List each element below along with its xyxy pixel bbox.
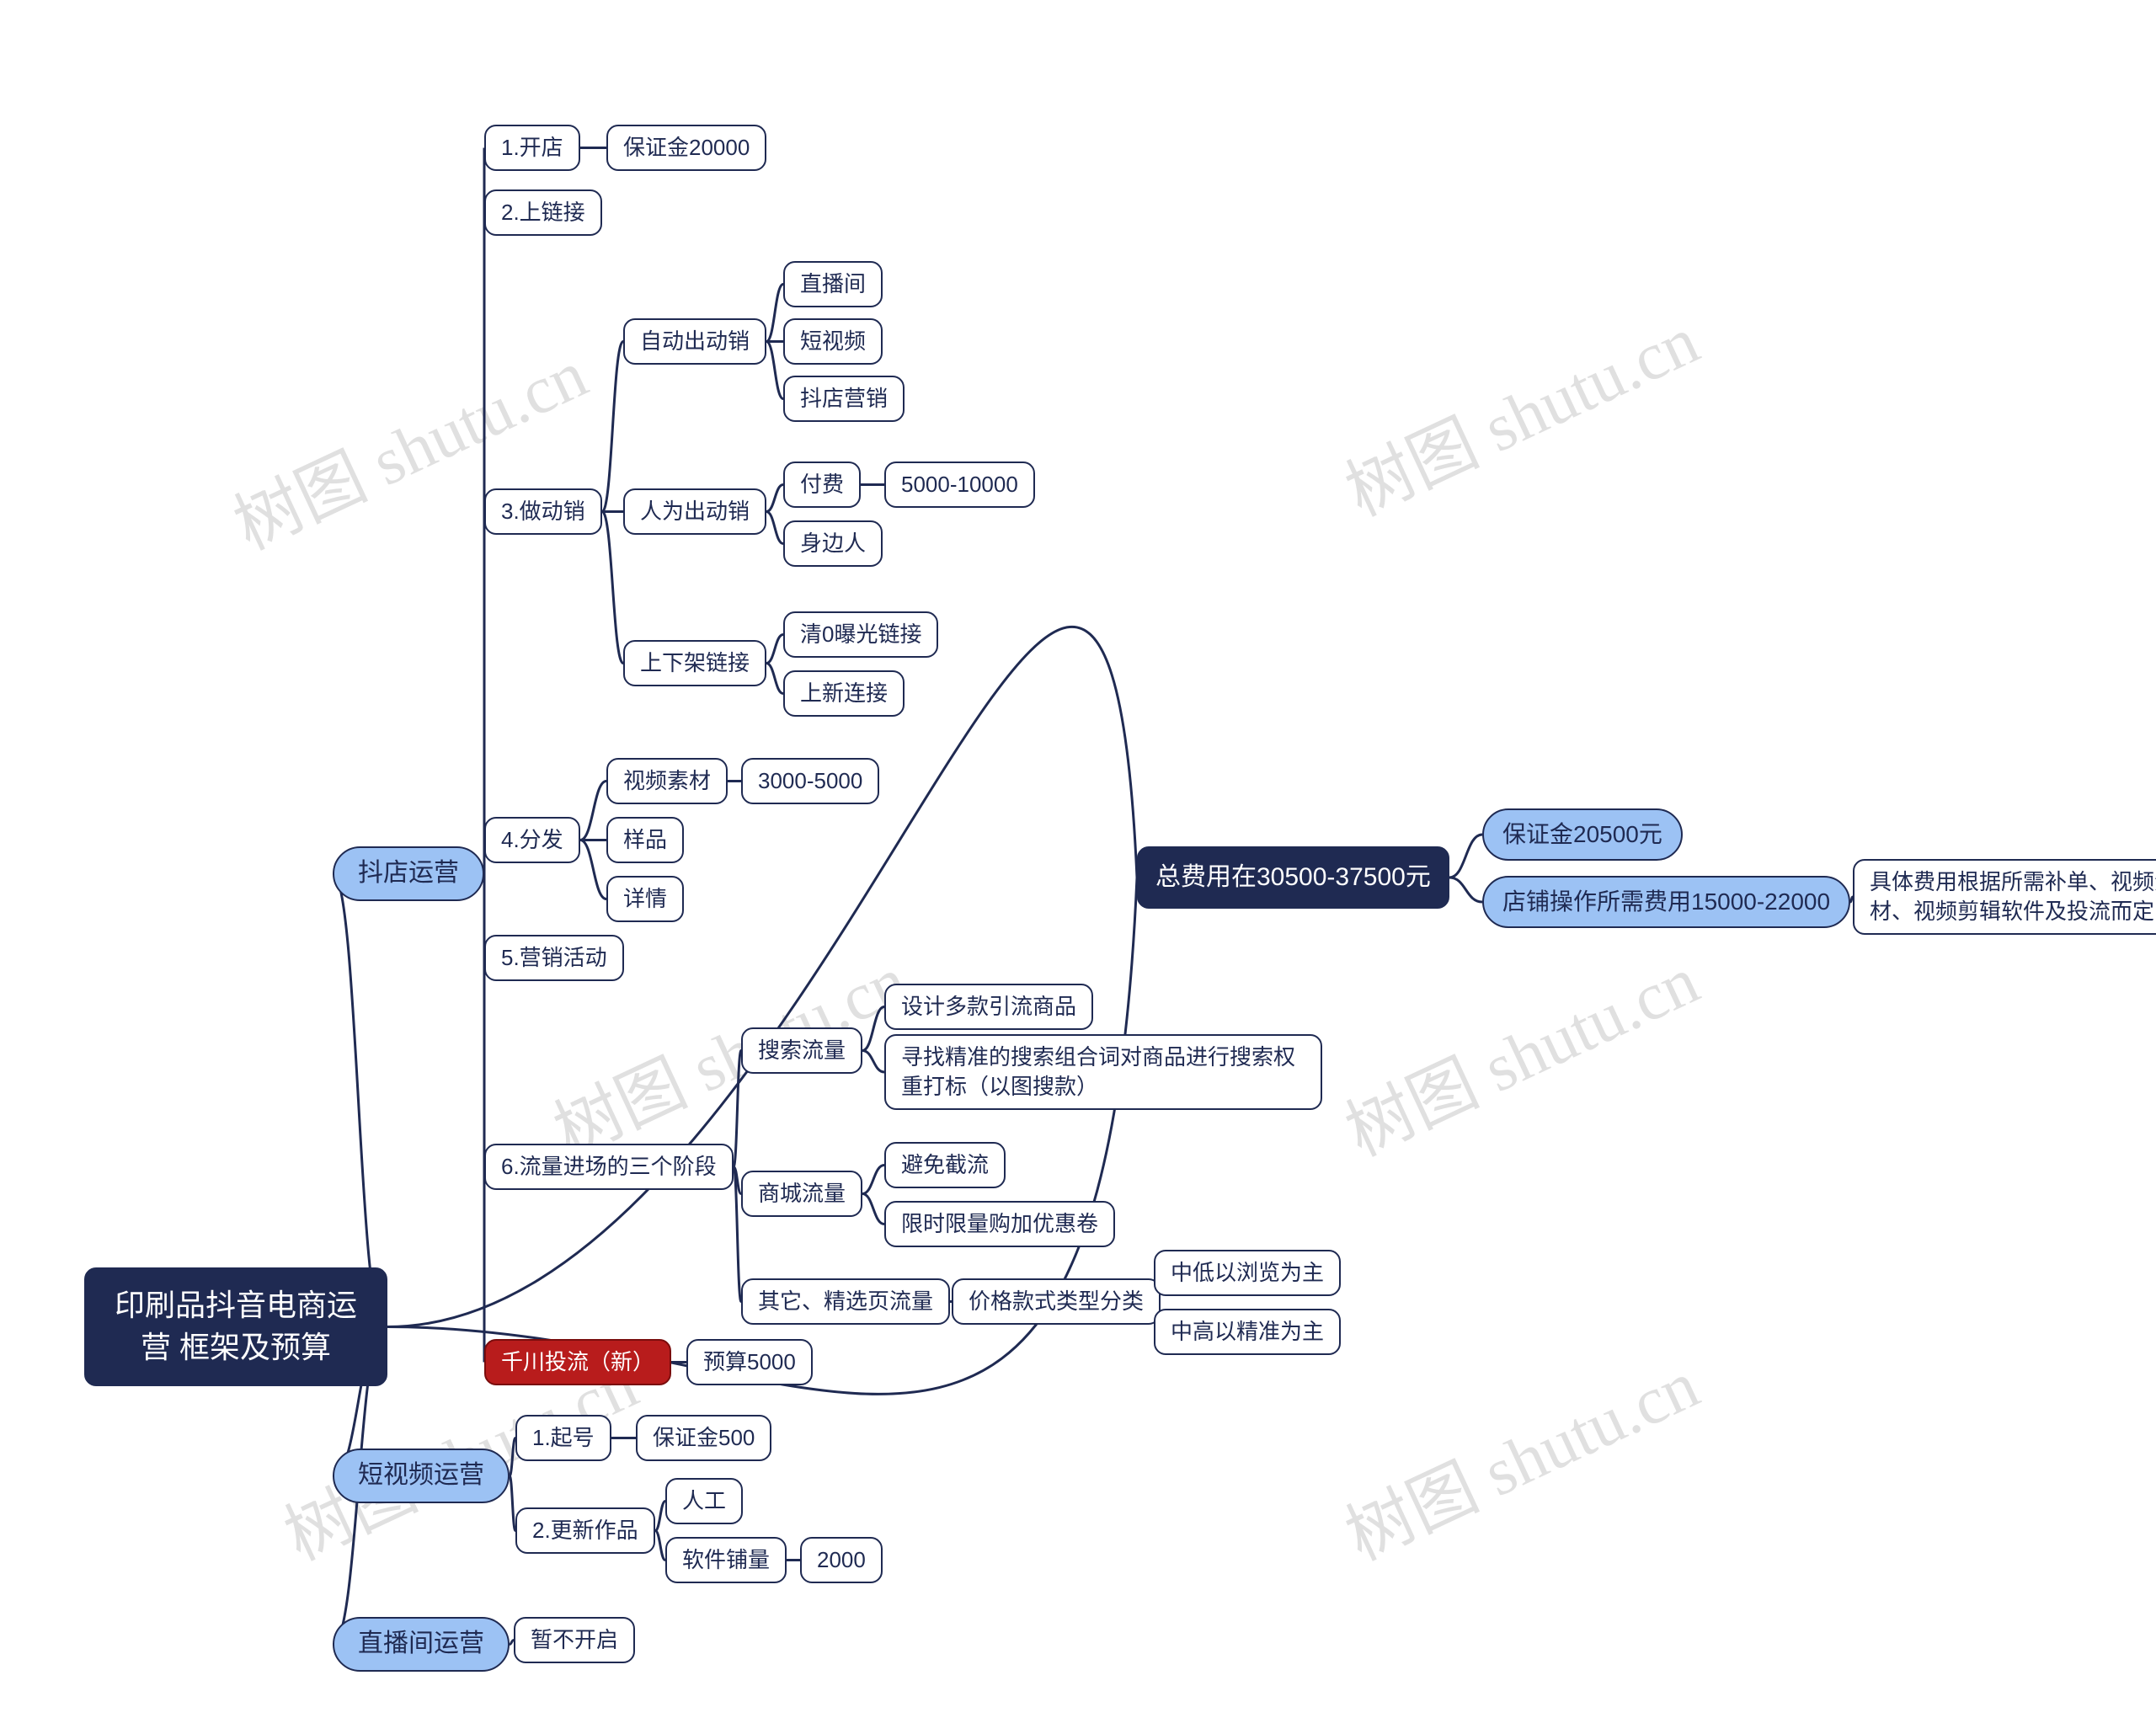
mindmap-node: 中高以精准为主 [1154,1309,1341,1355]
watermark: 树图 shutu.cn [1328,287,1712,536]
mindmap-node: 5.营销活动 [484,935,624,981]
mindmap-node: 1.开店 [484,125,580,171]
mindmap-node: 上下架链接 [623,640,766,686]
mindmap-node: 6.流量进场的三个阶段 [484,1144,734,1190]
mindmap-node: 设计多款引流商品 [884,984,1093,1030]
mindmap-node: 总费用在30500-37500元 [1137,846,1449,909]
mindmap-node: 短视频 [783,318,883,365]
mindmap-node: 限时限量购加优惠卷 [884,1201,1115,1247]
mindmap-node: 上新连接 [783,670,905,717]
mindmap-node: 自动出动销 [623,318,766,365]
mindmap-node: 短视频运营 [333,1449,510,1503]
mindmap-node: 2000 [800,1537,883,1583]
mindmap-node: 2.上链接 [484,189,602,236]
mindmap-node: 直播间运营 [333,1617,510,1672]
mindmap-node: 印刷品抖音电商运营 框架及预算 [84,1267,387,1386]
mindmap-node: 抖店营销 [783,376,905,422]
mindmap-node: 人为出动销 [623,488,766,535]
mindmap-node: 1.起号 [515,1415,611,1461]
mindmap-node: 4.分发 [484,817,580,863]
watermark: 树图 shutu.cn [1328,1331,1712,1580]
mindmap-node: 搜索流量 [741,1027,862,1074]
mindmap-node: 直播间 [783,261,883,307]
mindmap-node: 中低以浏览为主 [1154,1250,1341,1296]
mindmap-node: 人工 [665,1478,743,1524]
mindmap-node: 其它、精选页流量 [741,1278,950,1325]
mindmap-node: 价格款式类型分类 [952,1278,1161,1325]
mindmap-node: 3000-5000 [741,758,879,804]
mindmap-node: 避免截流 [884,1142,1006,1188]
mindmap-node: 清0曝光链接 [783,611,938,658]
mindmap-node: 5000-10000 [884,462,1035,508]
mindmap-node: 3.做动销 [484,488,602,535]
mindmap-node: 保证金20000 [606,125,766,171]
mindmap-node: 具体费用根据所需补单、视频素材、视频剪辑软件及投流而定 [1853,859,2156,935]
mindmap-node: 保证金500 [636,1415,771,1461]
mindmap-node: 商城流量 [741,1171,862,1217]
mindmap-node: 暂不开启 [514,1617,635,1663]
mindmap-node: 预算5000 [686,1339,813,1385]
mindmap-node: 店铺操作所需费用15000-22000 [1482,876,1850,928]
mindmap-node: 软件铺量 [665,1537,787,1583]
mindmap-node: 寻找精准的搜索组合词对商品进行搜索权重打标（以图搜款） [884,1034,1322,1110]
mindmap-node: 样品 [606,817,684,863]
mindmap-node: 视频素材 [606,758,728,804]
mindmap-node: 付费 [783,462,861,508]
mindmap-node: 2.更新作品 [515,1507,655,1554]
mindmap-node: 千川投流（新） [484,1339,671,1385]
watermark: 树图 shutu.cn [1328,927,1712,1176]
mindmap-node: 详情 [606,876,684,922]
mindmap-node: 身边人 [783,520,883,567]
mindmap-node: 保证金20500元 [1482,808,1683,861]
mindmap-node: 抖店运营 [333,846,484,901]
